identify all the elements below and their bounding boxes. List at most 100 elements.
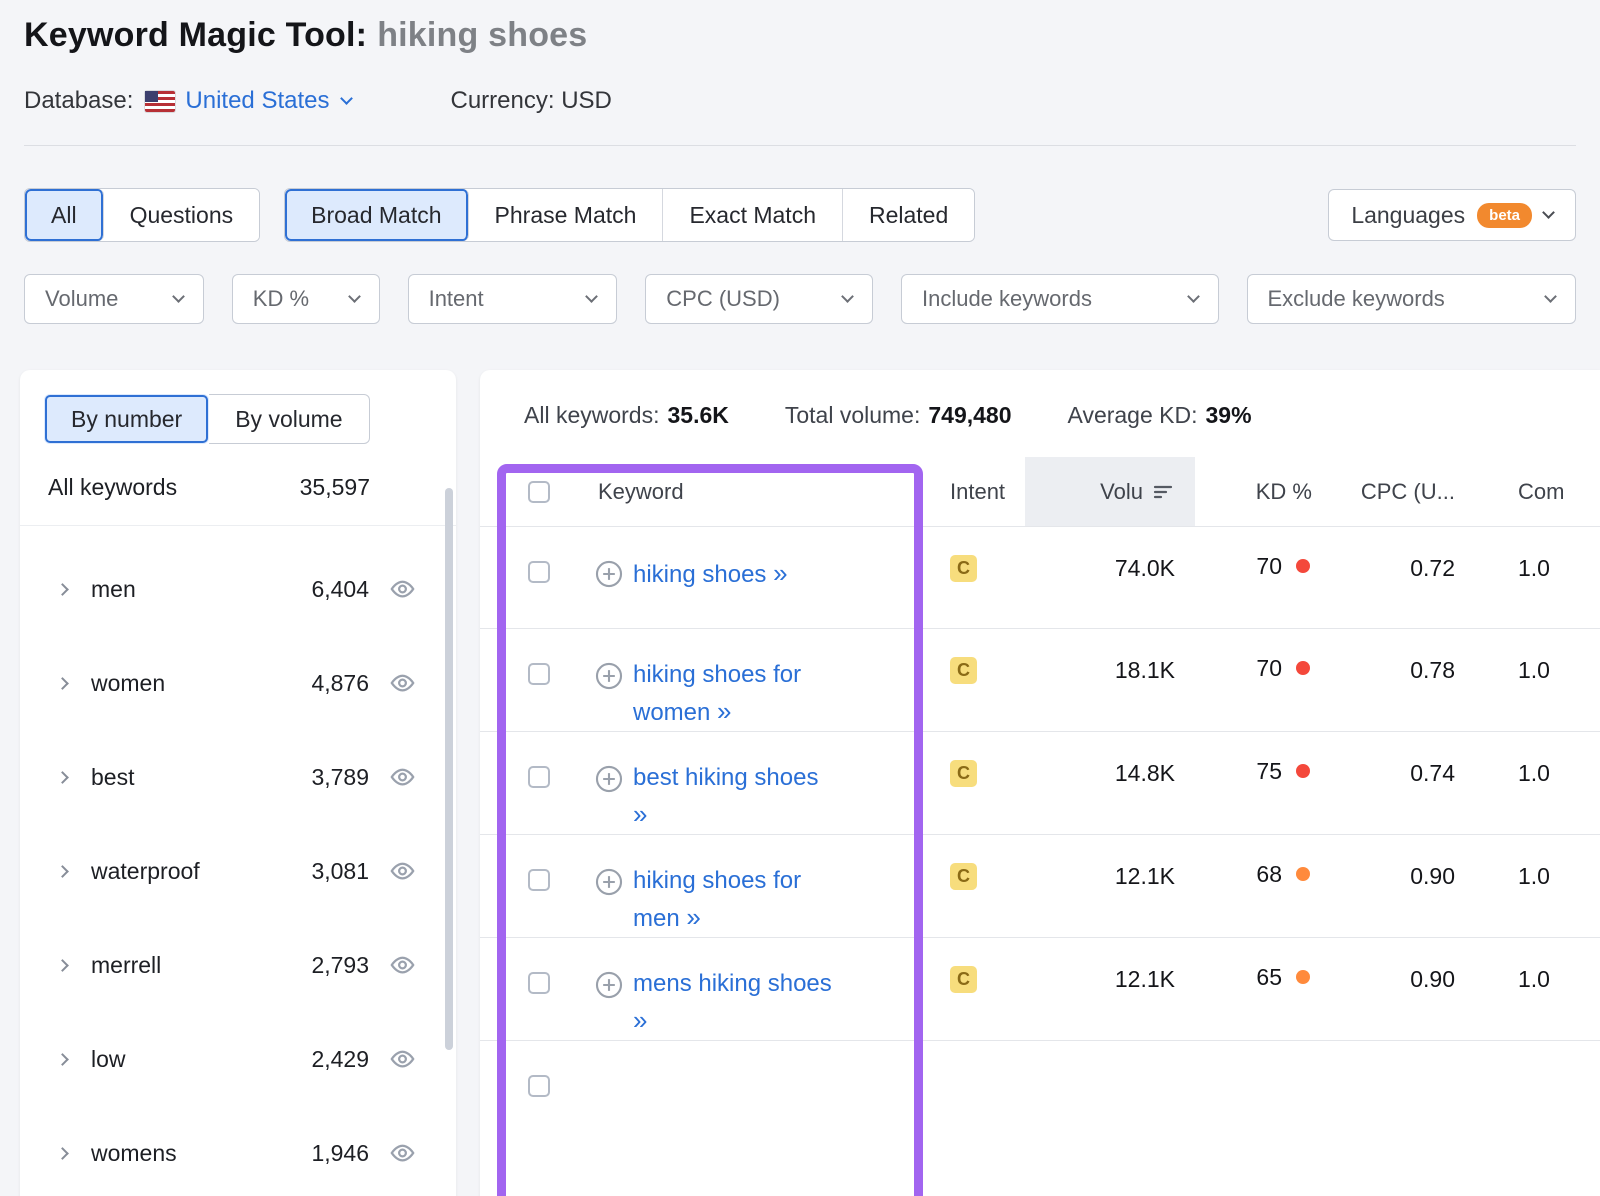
column-header-cpc[interactable]: CPC (U... [1330,457,1470,526]
all-keywords-label: All keywords [48,474,177,501]
open-keyword-icon[interactable]: » [686,902,702,932]
eye-icon[interactable] [389,768,416,786]
stat-total-volume: Total volume:749,480 [785,402,1012,429]
sidebar-scrollbar[interactable] [445,488,453,1050]
keyword-link[interactable]: hiking shoes for women » [633,657,835,731]
volume-value: 12.1K [1025,938,1195,1040]
eye-icon[interactable] [389,580,416,598]
match-type-tab[interactable]: All [25,189,104,241]
chevron-down-icon [348,290,361,303]
group-count: 2,793 [311,952,369,979]
chevron-down-icon [340,92,353,105]
row-checkbox[interactable] [528,869,550,891]
kd-indicator-dot [1296,661,1310,675]
group-sort-toggle: By number By volume [44,394,456,444]
eye-icon[interactable] [389,956,416,974]
cpc-value: 0.78 [1330,629,1470,731]
group-label: men [91,576,136,603]
filter-kd[interactable]: KD % [232,274,380,324]
expand-chevron-icon [56,959,69,972]
header-divider [24,145,1576,146]
match-group-all-questions: All Questions [24,188,260,242]
row-checkbox[interactable] [528,561,550,583]
languages-dropdown[interactable]: Languages beta [1328,189,1576,241]
select-all-checkbox[interactable] [528,481,550,503]
keyword-group-row[interactable]: low 2,429 [20,1012,456,1106]
kd-indicator-dot [1296,970,1310,984]
row-checkbox[interactable] [528,1075,550,1097]
keyword-group-row[interactable]: womens 1,946 [20,1106,456,1196]
group-label: best [91,764,134,791]
table-header-row: Keyword Intent Volu KD % CPC (U... Com [480,457,1600,527]
database-label: Database: [24,87,133,115]
add-keyword-icon[interactable] [595,560,623,593]
column-header-intent[interactable]: Intent [925,457,1025,526]
filter-exclude-keywords[interactable]: Exclude keywords [1247,274,1577,324]
keyword-group-row[interactable]: men 6,404 [20,542,456,636]
add-keyword-icon[interactable] [595,765,623,798]
filter-include-keywords[interactable]: Include keywords [901,274,1219,324]
chevron-down-icon [585,290,598,303]
keyword-link[interactable]: hiking shoes for men » [633,863,835,937]
database-selector[interactable]: United States [185,87,350,115]
filter-volume[interactable]: Volume [24,274,204,324]
tool-title: Keyword Magic Tool: [24,16,367,54]
summary-stats: All keywords:35.6K Total volume:749,480 … [480,370,1600,429]
keyword-groups-panel: By number By volume All keywords 35,597 … [20,370,456,1196]
by-number-toggle[interactable]: By number [44,394,209,444]
com-value: 1.0 [1470,835,1600,937]
match-type-tab[interactable]: Questions [104,189,260,241]
intent-badge: C [950,966,977,993]
kd-value: 70 [1256,657,1282,680]
keyword-group-row[interactable]: waterproof 3,081 [20,824,456,918]
open-keyword-icon[interactable]: » [633,799,649,829]
eye-icon[interactable] [389,1144,416,1162]
eye-icon[interactable] [389,674,416,692]
results-panel: All keywords:35.6K Total volume:749,480 … [480,370,1600,1196]
eye-icon[interactable] [389,1050,416,1068]
keyword-link[interactable]: best hiking shoes » [633,760,835,834]
keyword-group-row[interactable]: merrell 2,793 [20,918,456,1012]
kd-indicator-dot [1296,764,1310,778]
sort-icon [1153,484,1173,500]
group-count: 6,404 [311,576,369,603]
add-keyword-icon[interactable] [595,662,623,695]
column-header-com[interactable]: Com [1470,457,1600,526]
group-count: 1,946 [311,1140,369,1167]
page-header: Keyword Magic Tool:hiking shoes Database… [0,0,1600,146]
column-header-kd[interactable]: KD % [1195,457,1330,526]
keyword-group-row[interactable]: women 4,876 [20,636,456,730]
keyword-group-row[interactable]: best 3,789 [20,730,456,824]
open-keyword-icon[interactable]: » [633,1005,649,1035]
volume-value: 18.1K [1025,629,1195,731]
filter-intent[interactable]: Intent [408,274,618,324]
match-type-tab[interactable]: Broad Match [285,189,468,241]
row-checkbox[interactable] [528,972,550,994]
cpc-value: 0.90 [1330,938,1470,1040]
keyword-table-row: best hiking shoes » C 14.8K 75 0.74 1.0 [480,732,1600,835]
by-volume-toggle[interactable]: By volume [209,394,369,444]
keyword-link[interactable]: mens hiking shoes » [633,966,835,1040]
match-type-tab[interactable]: Exact Match [663,189,843,241]
add-keyword-icon[interactable] [595,971,623,1004]
row-checkbox[interactable] [528,766,550,788]
match-type-tab[interactable]: Related [843,189,974,241]
intent-badge: C [950,760,977,787]
filter-cpc[interactable]: CPC (USD) [645,274,873,324]
row-checkbox[interactable] [528,663,550,685]
add-keyword-icon[interactable] [595,868,623,901]
chevron-down-icon [172,290,185,303]
open-keyword-icon[interactable]: » [717,696,733,726]
column-header-keyword[interactable]: Keyword [580,457,925,526]
column-header-volume[interactable]: Volu [1025,457,1195,526]
all-keywords-row[interactable]: All keywords 35,597 [20,444,456,526]
us-flag-icon [145,91,175,112]
match-type-tab[interactable]: Phrase Match [469,189,664,241]
keyword-table-row: mens hiking shoes » C 12.1K 65 0.90 1.0 [480,938,1600,1041]
volume-value: 14.8K [1025,732,1195,834]
keyword-link[interactable]: hiking shoes » [633,555,835,593]
keyword-group-list: men 6,404 women 4,876 best 3,789 [20,542,456,1196]
chevron-down-icon [1542,206,1555,219]
open-keyword-icon[interactable]: » [773,558,789,588]
eye-icon[interactable] [389,862,416,880]
